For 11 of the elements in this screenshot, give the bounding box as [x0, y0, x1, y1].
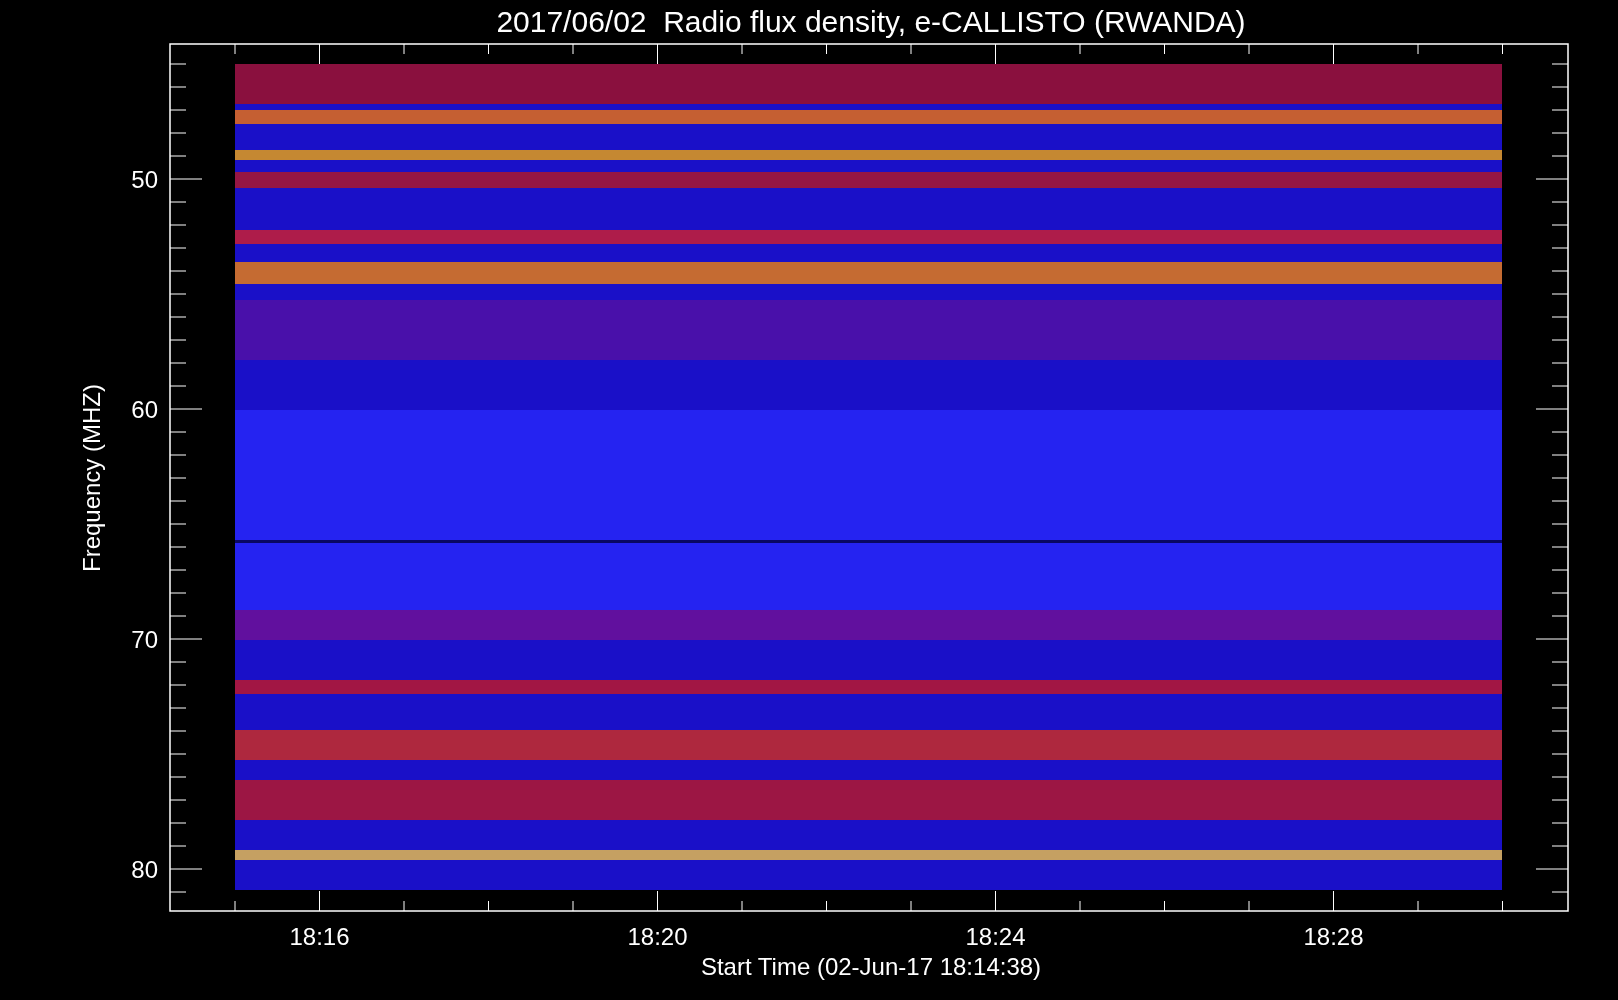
chart-title: 2017/06/02 Radio flux density, e-CALLISTO (RWANDA): [496, 5, 1246, 38]
tick-label: 80: [131, 856, 158, 883]
tick-label: 70: [131, 626, 158, 653]
tick-label: 18:24: [965, 923, 1026, 950]
axis-label: Start Time (02-Jun-17 18:14:38): [700, 953, 1042, 980]
axis-label: Frequency (MHZ): [78, 384, 105, 572]
tick-label: 18:28: [1303, 923, 1364, 950]
tick-label: 60: [131, 396, 158, 423]
tick-label: 18:20: [627, 923, 688, 950]
tick-label: 18:16: [289, 923, 350, 950]
tick-label: 50: [131, 166, 158, 193]
